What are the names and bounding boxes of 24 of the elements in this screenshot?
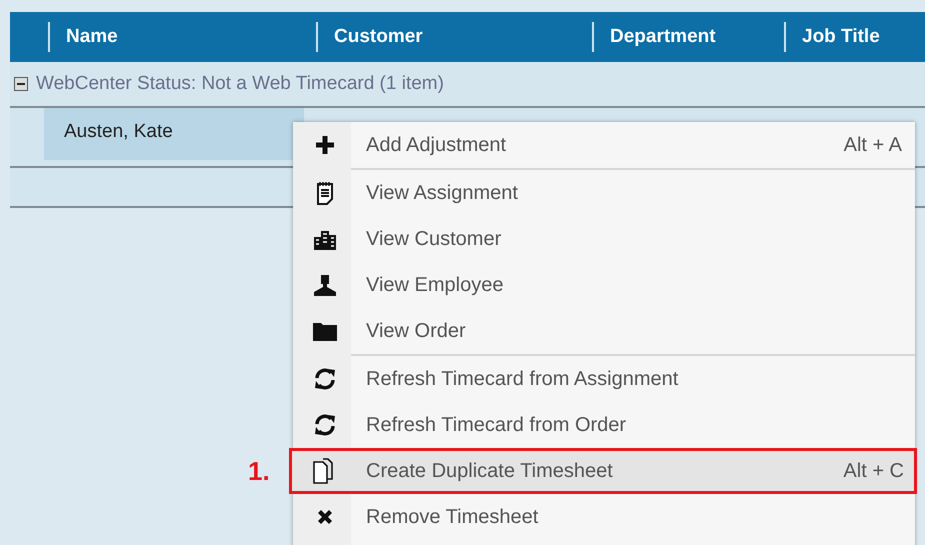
callout-number: 1. <box>248 456 270 487</box>
menu-item[interactable]: Refresh Timecard from Assignment <box>293 356 915 402</box>
group-label: WebCenter Status: Not a Web Timecard (1 item) <box>36 73 444 95</box>
menu-item[interactable]: View Assignment <box>293 170 915 216</box>
table-cell[interactable]: Austen, Kate <box>44 108 304 160</box>
menu-item[interactable]: Remove Timesheet <box>293 494 915 540</box>
refresh-icon <box>313 367 337 391</box>
folder-icon <box>312 320 338 342</box>
refresh-icon <box>313 413 337 437</box>
menu-item[interactable]: View Employee <box>293 262 915 308</box>
column-header[interactable]: Job Title <box>784 22 925 52</box>
menu-item[interactable]: View Order <box>293 308 915 354</box>
collapse-icon[interactable] <box>14 77 28 91</box>
person-icon <box>313 273 337 297</box>
column-header[interactable]: Department <box>592 22 784 52</box>
menu-item[interactable]: Refresh Timecard from Order <box>293 402 915 448</box>
menu-item[interactable]: Create Duplicate Timesheet Alt + C <box>289 448 917 494</box>
menu-item[interactable]: View Customer <box>293 216 915 262</box>
plus-icon <box>315 135 335 155</box>
notepad-icon <box>316 181 334 205</box>
shortcut-label: Alt + A <box>844 134 903 156</box>
shortcut-label: Alt + C <box>843 460 905 482</box>
column-header[interactable]: Customer <box>316 22 592 52</box>
column-header[interactable]: Name <box>48 22 316 52</box>
